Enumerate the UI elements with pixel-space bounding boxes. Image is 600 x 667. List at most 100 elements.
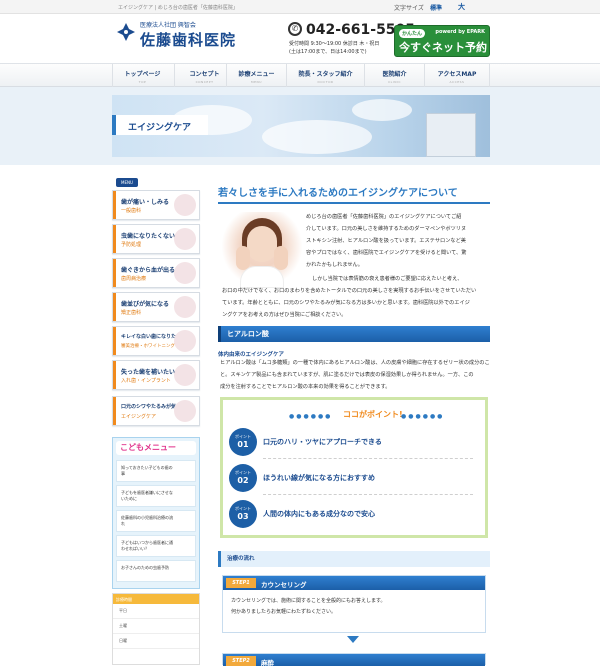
font-size-label: 文字サイズ xyxy=(394,5,424,12)
sidebar-item-general[interactable]: 歯が痛い・しみる 一般歯科 xyxy=(112,190,200,220)
kids-item-2[interactable]: 子どもを歯医者嫌いにさせないために xyxy=(116,485,196,507)
flow-heading-text: 治療の流れ xyxy=(227,556,255,562)
step-text: カウンセリングでは、施術に関することを全般的にもお答えします。 xyxy=(231,598,386,604)
hours-table: 診療時間 平日 土曜 日曜 xyxy=(112,593,200,665)
kids-item-1[interactable]: 知っておきたい子どもの歯の事 xyxy=(116,460,196,482)
nav-access[interactable]: アクセスMAP ACCESS xyxy=(424,64,490,88)
dots-decoration: ●●●●●● xyxy=(401,413,445,420)
hours-row: 日曜 xyxy=(113,634,199,649)
sub-heading: 体内由来のエイジングケア xyxy=(218,352,285,358)
intro-line: ストキシン注射、ヒアルロン酸を扱っています。エステサロンなど美 xyxy=(306,238,466,244)
body-line: と。スキンケア製品にも含まれていますが、肌に塗るだけでは表皮の保湿効果しか得られ… xyxy=(220,372,474,378)
kids-item-label: 知っておきたい子どもの歯の事 xyxy=(121,465,173,476)
model-photo xyxy=(222,212,302,288)
kids-item-label: 佐藤歯科の小児歯科治療の流れ xyxy=(121,515,173,526)
gum-icon xyxy=(174,262,196,284)
nav-menu[interactable]: 診療メニュー MENU xyxy=(226,64,286,88)
nav-sublabel: MENU xyxy=(251,80,262,84)
top-strip: エイジングケア | めじろ台の歯医者「佐藤歯科医院」 文字サイズ 標準 大 xyxy=(0,0,600,14)
points-title: ココがポイント! xyxy=(343,410,403,419)
dots-decoration: ●●●●●● xyxy=(289,413,333,420)
step-card: STEP2 麻酔 xyxy=(222,653,486,667)
points-box: ●●●●●● ココがポイント! ●●●●●● ポイント 01 口元のハリ・ツヤにア… xyxy=(220,397,488,538)
sidebar-item-subtitle: 歯周病治療 xyxy=(121,276,147,282)
reception-hours-note: (土は17:00まで、日は14:00まで) xyxy=(289,49,367,55)
page-title: エイジングケア xyxy=(128,123,192,133)
reception-hours: 受付時間 9:30〜19:00 休診日 木・祝日 xyxy=(289,41,380,47)
down-arrow-icon xyxy=(347,636,359,643)
point-number: 03 xyxy=(237,512,249,521)
sidebar-item-subtitle: 予防処理 xyxy=(121,242,142,248)
step-text: 何かありましたらお気軽にわたずねください。 xyxy=(231,609,337,615)
step-title: 麻酔 xyxy=(261,659,274,667)
net-reservation-label: 今すぐネット予約 xyxy=(399,41,487,54)
divider xyxy=(263,494,473,495)
sidebar-item-implant[interactable]: 失った歯を補いたい 入れ歯・インプラント xyxy=(112,360,200,390)
sidebar-item-agingcare[interactable]: 口元のシワやたるみが気になる エイジングケア xyxy=(112,396,200,426)
hours-row: 平日 xyxy=(113,604,199,619)
net-reservation-button[interactable]: かんたん powerd by EPARK 今すぐネット予約 xyxy=(394,25,490,57)
sidebar-item-title: 歯並びが気になる xyxy=(121,301,170,308)
sidebar-item-title: 歯ぐきから血が出る xyxy=(121,267,176,274)
nav-sublabel: DOCTOR xyxy=(317,80,334,84)
intro-line: かれたかもしれません。 xyxy=(306,262,363,268)
site-tagline: エイジングケア | めじろ台の歯医者「佐藤歯科医院」 xyxy=(118,5,238,11)
nav-sublabel: TOP xyxy=(138,80,147,84)
step-tag: STEP1 xyxy=(226,578,256,588)
kids-menu-header: こどもメニュー xyxy=(116,441,196,455)
sidebar-item-whitening[interactable]: キレイな白い歯になりたい 審美治療・ホワイトニング xyxy=(112,326,200,356)
point-badge: ポイント 02 xyxy=(229,464,257,492)
logo-title[interactable]: 佐藤歯科医院 xyxy=(140,29,236,50)
point-number: 02 xyxy=(237,476,249,485)
main-heading: 若々しさを手に入れるためのエイジングケアについて xyxy=(218,184,490,204)
nav-sublabel: ACCESS xyxy=(449,80,465,84)
kids-item-4[interactable]: 子どもはいつから歯医者に通わせればいい？ xyxy=(116,535,196,557)
step-card: STEP1 カウンセリング カウンセリングでは、施術に関することを全般的にもお答… xyxy=(222,575,486,633)
body-line: お口の中だけでなく、お口のまわりを含めたトータルでの口元の美しさを実現するお手伝… xyxy=(222,288,477,294)
nav-top[interactable]: トップページ TOP xyxy=(112,64,172,88)
point-badge: ポイント 01 xyxy=(229,428,257,456)
kids-menu-box: こどもメニュー 知っておきたい子どもの歯の事 子どもを歯医者嫌いにさせないために… xyxy=(112,437,200,589)
body-line: ています。年齢とともに、口元のシワやたるみが気になる方は多いかと思います。歯科医… xyxy=(222,300,470,306)
nav-label: 診療メニュー xyxy=(238,71,275,78)
sidebar-item-subtitle: 一般歯科 xyxy=(121,208,142,214)
nav-label: アクセスMAP xyxy=(437,71,477,78)
clinic-logo-icon[interactable] xyxy=(116,22,136,42)
nav-label: 院長・スタッフ紹介 xyxy=(298,71,353,78)
epark-label: powerd by EPARK xyxy=(435,29,485,35)
intro-line: めじろ台の歯医者「佐藤歯科医院」のエイジングケアについてご紹 xyxy=(306,214,462,220)
kids-item-label: 子どもを歯医者嫌いにさせないために xyxy=(121,490,173,501)
kids-item-5[interactable]: お子さんのための虫歯予防 xyxy=(116,560,196,582)
body-line: ングケアをお考えの方はぜひ当院にご相談ください。 xyxy=(222,312,347,318)
font-standard-button[interactable]: 標準 xyxy=(430,3,442,12)
nav-concept[interactable]: コンセプト CONCEPT xyxy=(174,64,234,88)
intro-line: 容やプロではなく、歯科医院でエイジングケアを受けると聞いて、驚 xyxy=(306,250,467,256)
point-badge: ポイント 03 xyxy=(229,500,257,528)
hours-head: 診療時間 xyxy=(113,594,199,604)
section-heading: ヒアルロン酸 xyxy=(218,326,490,342)
sidebar-item-orthodontics[interactable]: 歯並びが気になる 矯正歯科 xyxy=(112,292,200,322)
body-line: しかし当院では表情筋の衰え患者様のご要望に応えたいと考え、 xyxy=(312,276,463,282)
sidebar-item-subtitle: 入れ歯・インプラント xyxy=(121,378,171,384)
point-text: 人間の体内にもある成分なので安心 xyxy=(263,510,375,518)
kids-item-label: 子どもはいつから歯医者に通わせればいい？ xyxy=(121,540,173,551)
sidebar-item-title: 歯が痛い・しみる xyxy=(121,199,170,206)
tooth-icon xyxy=(174,194,196,216)
smile-icon xyxy=(174,330,196,352)
nav-clinic[interactable]: 医院紹介 CLINIC xyxy=(364,64,424,88)
kids-item-label: お子さんのための虫歯予防 xyxy=(121,565,169,570)
point-text: 口元のハリ・ツヤにアプローチできる xyxy=(263,438,382,446)
sidebar-item-prevention[interactable]: 虫歯になりたくない 予防処理 xyxy=(112,224,200,254)
hero-title-box: エイジングケア xyxy=(112,115,208,135)
kids-item-3[interactable]: 佐藤歯科の小児歯科治療の流れ xyxy=(116,510,196,532)
intro-line: 介しています。口元の美しさを維持するためのダーマペンやボツリヌ xyxy=(306,226,467,232)
teeth-icon xyxy=(174,296,196,318)
implant-icon xyxy=(174,364,196,386)
sidebar-item-subtitle: エイジングケア xyxy=(121,414,157,420)
sidebar-item-periodontal[interactable]: 歯ぐきから血が出る 歯周病治療 xyxy=(112,258,200,288)
main-heading-text: 若々しさを手に入れるためのエイジングケアについて xyxy=(218,188,458,199)
font-large-button[interactable]: 大 xyxy=(458,2,465,12)
menu-caption: MENU xyxy=(116,178,138,187)
section-heading-text: ヒアルロン酸 xyxy=(227,330,269,338)
nav-doctor[interactable]: 院長・スタッフ紹介 DOCTOR xyxy=(286,64,364,88)
